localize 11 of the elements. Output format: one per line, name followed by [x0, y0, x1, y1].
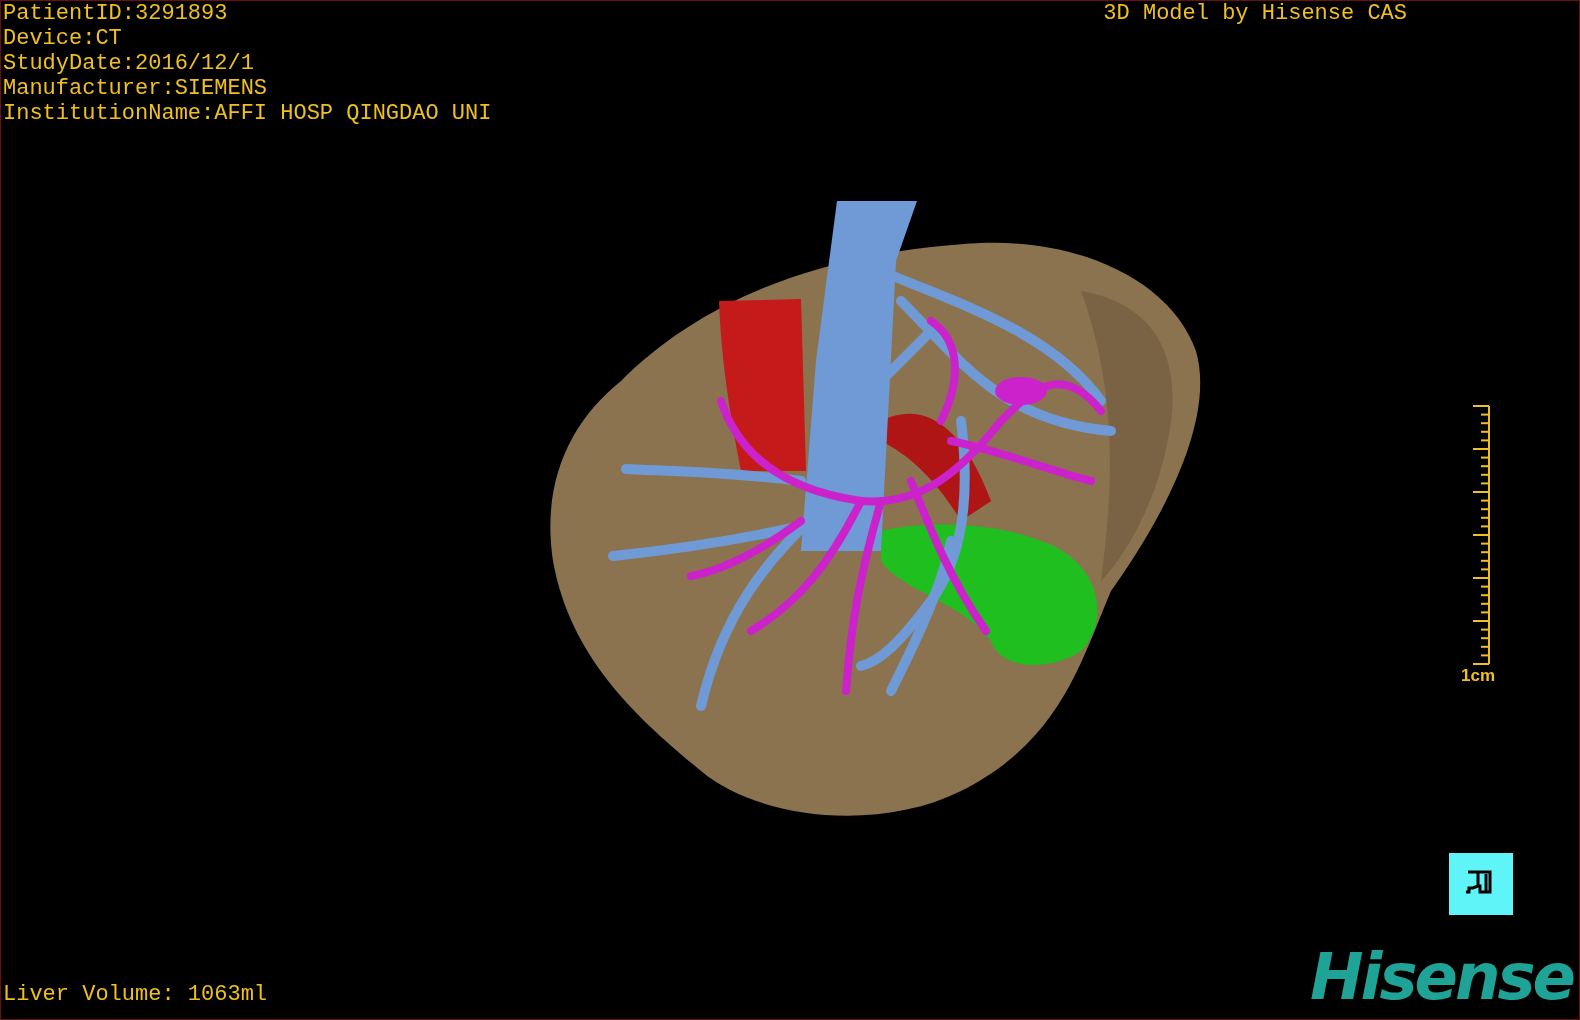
brand-logo: Hisense	[1309, 943, 1575, 1011]
scale-ruler-icon	[1471, 403, 1491, 666]
credit-text: 3D Model by Hisense CAS	[1103, 1, 1407, 28]
view-mode-button[interactable]	[1449, 853, 1513, 915]
scale-label: 1cm	[1460, 665, 1495, 686]
study-info-text: Device:CT	[3, 26, 123, 51]
study-info-text: StudyDate:2016/12/1	[3, 51, 255, 76]
liver-volume-text: Liver Volume: 1063ml	[3, 982, 268, 1007]
study-info-text: PatientID:3291893	[3, 1, 229, 26]
study-info-text: Manufacturer:SIEMENS	[3, 76, 269, 101]
study-info-text: InstitutionName:AFFI HOSP QINGDAO UNI	[3, 101, 492, 126]
